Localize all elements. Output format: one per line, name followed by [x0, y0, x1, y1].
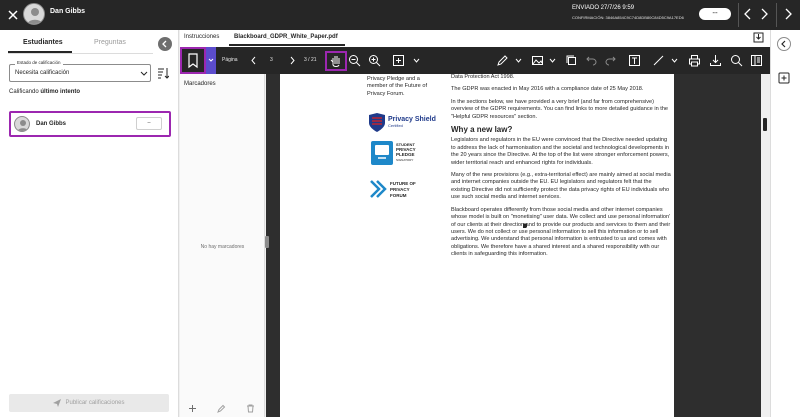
redo-icon[interactable] [604, 54, 617, 67]
grade-status-label: Estado de calificación [15, 60, 63, 65]
page-paragraph: Blackboard operates differently from tho… [451, 206, 671, 258]
student-privacy-pledge-logo: STUDENT PRIVACY PLEDGE SIGNATORY [370, 140, 430, 168]
page-paragraph: Many of the new provisions (e.g., extra-… [451, 172, 671, 201]
grading-mode: Calificando último intento [9, 89, 80, 95]
page-left-column: Privacy Pledge and a member of the Futur… [367, 74, 437, 98]
document-header: Instrucciones Blackboard_GDPR_White_Pape… [180, 30, 770, 47]
tab-students[interactable]: Estudiantes [23, 39, 63, 46]
chevron-down-icon[interactable] [512, 54, 525, 67]
page-right-column: Data Protection Act 1998. The GDPR was e… [451, 74, 671, 264]
scrollbar-thumb[interactable] [763, 118, 767, 131]
sidebar-icon[interactable] [750, 54, 763, 67]
logo-text: PRIVACY [390, 187, 410, 192]
page-paragraph: Legislators and regulators in the EU wer… [451, 137, 670, 166]
logo-text: Certified [388, 123, 403, 128]
pen-icon[interactable] [496, 54, 509, 67]
divider [776, 3, 777, 27]
page-paragraph: The GDPR was enacted in May 2016 with a … [451, 86, 644, 93]
grade-pill[interactable]: -- [699, 8, 731, 20]
page-paragraph: In the sections below, we have provided … [451, 98, 669, 120]
sort-icon[interactable] [157, 67, 169, 79]
divider [738, 3, 739, 27]
tab-questions[interactable]: Preguntas [94, 39, 126, 46]
bookmarks-empty-message: No hay marcadores [200, 244, 245, 250]
text-icon[interactable] [628, 54, 641, 67]
avatar [14, 116, 30, 132]
bookmark-toggle[interactable] [180, 47, 206, 74]
fit-icon[interactable] [392, 54, 405, 67]
download-icon[interactable] [709, 54, 722, 67]
page-total: 3 / 21 [304, 57, 317, 63]
page-label: Página [222, 57, 238, 63]
grading-mode-value: último intento [40, 89, 81, 95]
confirmation-code: CONFIRMACIÓN: 3846A854C9C74D8DB80C84D5C9… [572, 15, 684, 20]
avatar [23, 3, 45, 25]
panel-resize-handle[interactable] [265, 236, 269, 248]
chevron-down-icon[interactable] [546, 54, 559, 67]
chevron-left-icon[interactable] [247, 54, 260, 67]
post-grades-label: Publicar calificaciones [65, 400, 125, 406]
logo-text: SIGNATORY [396, 158, 413, 162]
image-icon[interactable] [531, 54, 544, 67]
bookmarks-panel: Marcadores No hay marcadores [180, 74, 265, 417]
chevron-down-icon[interactable] [668, 54, 681, 67]
logo-text: Privacy Shield [388, 116, 436, 123]
tab-instructions[interactable]: Instrucciones [184, 34, 219, 40]
chevron-right-icon[interactable] [780, 6, 796, 22]
student-row-name: Dan Gibbs [36, 121, 67, 127]
trash-icon[interactable] [246, 404, 255, 413]
page-text: Privacy Pledge and a member of the Futur… [367, 76, 428, 97]
student-name: Dan Gibbs [50, 8, 86, 15]
page-number-input[interactable]: 3 [270, 57, 273, 63]
search-icon[interactable] [730, 54, 743, 67]
page-paragraph: Data Protection Act 1998. [451, 74, 515, 80]
bookmark-options[interactable] [206, 47, 216, 74]
logo-text: FUTURE OF [390, 181, 416, 186]
grade-status-value: Necesita calificación [15, 70, 70, 76]
logo-text: PLEDGE [396, 152, 415, 157]
active-tab-indicator [229, 44, 345, 46]
chevron-right-icon[interactable] [756, 6, 772, 22]
close-icon[interactable] [4, 6, 22, 24]
post-grades-button[interactable]: Publicar calificaciones [9, 394, 169, 412]
tab-pdf-file[interactable]: Blackboard_GDPR_White_Paper.pdf [234, 34, 338, 40]
zoom-in-icon[interactable] [368, 54, 381, 67]
download-icon[interactable] [753, 32, 764, 43]
tab-divider [8, 53, 153, 54]
top-bar: Dan Gibbs ENVIADO 27/7/26 9:59 CONFIRMAC… [0, 0, 800, 30]
logo-text: FORUM [390, 193, 407, 198]
edit-icon[interactable] [217, 404, 226, 413]
hand-tool-button[interactable] [325, 51, 347, 71]
collapse-sidebar-button[interactable] [158, 37, 172, 51]
chevron-left-icon[interactable] [740, 6, 756, 22]
active-tab-indicator [8, 51, 72, 53]
bookmarks-title: Marcadores [184, 81, 216, 87]
chevron-down-icon[interactable] [410, 54, 423, 67]
print-icon[interactable] [688, 54, 701, 67]
hand-cursor-icon [521, 221, 529, 229]
future-of-privacy-forum-logo: FUTURE OF PRIVACY FORUM [370, 178, 430, 200]
page-heading: Why a new law? [451, 125, 513, 135]
student-grade-input[interactable]: -- [136, 117, 162, 130]
copy-icon[interactable] [565, 54, 578, 67]
submission-status: ENVIADO 27/7/26 9:59 [572, 5, 635, 11]
send-icon [53, 399, 62, 407]
expand-panel-button[interactable] [777, 37, 791, 51]
right-rail [770, 30, 800, 417]
chevron-right-icon[interactable] [286, 54, 299, 67]
grading-prefix: Calificando [9, 89, 39, 95]
line-icon[interactable] [652, 54, 665, 67]
zoom-out-icon[interactable] [348, 54, 361, 67]
pdf-toolbar: Página 3 3 / 21 [180, 47, 770, 74]
plus-icon[interactable] [188, 404, 197, 413]
privacy-shield-logo: Privacy Shield Certified [367, 112, 437, 134]
add-comment-icon[interactable] [778, 72, 790, 84]
undo-icon[interactable] [585, 54, 598, 67]
chevron-down-icon [140, 71, 148, 77]
